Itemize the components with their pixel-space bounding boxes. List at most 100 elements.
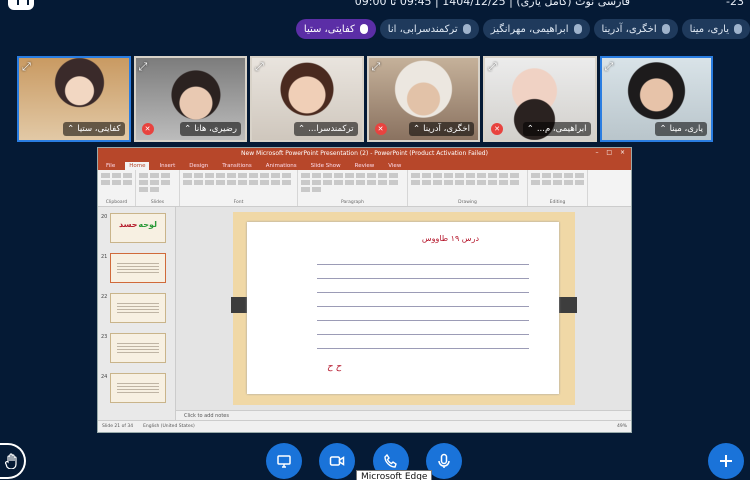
participant-name: ابراهیمی، م...	[536, 124, 587, 134]
speaker-name: کفایتی، ستیا	[303, 23, 355, 35]
ribbon-tab[interactable]: Animations	[262, 162, 301, 170]
ribbon-commands[interactable]	[411, 171, 524, 200]
speaker-name: یاری، مینا	[689, 23, 729, 35]
phone-icon	[384, 453, 397, 468]
hand-icon	[5, 453, 17, 469]
add-button[interactable]	[708, 443, 744, 479]
speaker-chip[interactable]: اخگری، آدرینا	[593, 19, 678, 39]
microphone-icon	[359, 24, 368, 34]
shared-screen[interactable]: New Microsoft PowerPoint Presentation (2…	[97, 147, 632, 433]
participant-name: ترکمندسرا...	[308, 124, 354, 134]
ribbon-tab[interactable]: View	[384, 162, 405, 170]
current-slide[interactable]: درس ۱۹ طاووس ح ح	[231, 212, 577, 405]
participant-video-tile[interactable]: ⤢ کفایتی، ستیا ⌃	[17, 56, 131, 142]
expand-icon[interactable]: ⤢	[605, 61, 614, 72]
thumbnail-text-lines	[117, 341, 159, 355]
ribbon-tab[interactable]: Design	[185, 162, 212, 170]
ribbon-group-label: Font	[233, 200, 244, 205]
participant-video-tile[interactable]: ⤢ رضیری، هانا ⌃ ✕	[133, 56, 247, 142]
ribbon-commands[interactable]	[183, 171, 294, 200]
ribbon-group: Font	[180, 170, 298, 206]
microphone-icon	[462, 24, 471, 34]
participant-name: کفایتی، ستیا	[77, 124, 121, 134]
lesson-heading: درس ۱۹ طاووس	[421, 234, 479, 243]
speaker-chip[interactable]: ابراهیمی، مهرانگیز	[482, 19, 590, 39]
ribbon-tab[interactable]: Insert	[155, 162, 179, 170]
speaker-chip[interactable]: ترکمندسرابی، انا	[379, 19, 479, 39]
notes-pane[interactable]: Click to add notes	[176, 410, 631, 420]
participant-name: یاری، مینا	[669, 124, 703, 134]
participant-nameplate: ابراهیمی، م... ⌃	[522, 122, 591, 136]
window-controls[interactable]: – □ ×	[595, 149, 628, 156]
slide-counter: Slide 21 of 34	[102, 424, 134, 429]
ribbon-tab[interactable]: Transitions	[218, 162, 255, 170]
camera-button[interactable]	[319, 443, 355, 479]
ribbon-group-label: Clipboard	[105, 200, 128, 205]
app-menu-icon[interactable]	[8, 0, 34, 10]
ribbon-group: Slides	[136, 170, 180, 206]
slide-thumbnail[interactable]: 20 لوحه حسد	[101, 213, 166, 243]
ppt-workspace: 20 لوحه حسد 21 22 23 24 درس ۱۹ طاووس ح ح Click…	[98, 207, 631, 420]
expand-icon[interactable]: ⤢	[372, 61, 381, 72]
expand-icon[interactable]: ⤢	[22, 61, 31, 72]
language-indicator: English (United States)	[143, 424, 195, 429]
monitor-icon	[277, 455, 291, 468]
ribbon-commands[interactable]	[101, 171, 132, 200]
speaker-name: اخگری، آدرینا	[601, 23, 657, 35]
participant-name: رضیری، هانا	[194, 124, 237, 134]
thumbnail-text-lines	[117, 261, 159, 275]
ribbon-tab[interactable]: Slide Show	[307, 162, 345, 170]
ribbon-group-label: Editing	[549, 200, 566, 205]
thumbnail-text-lines	[117, 301, 159, 315]
participant-nameplate: کفایتی، ستیا ⌃	[63, 122, 125, 136]
ribbon-tab[interactable]: Home	[125, 162, 150, 170]
ribbon-commands[interactable]	[531, 171, 584, 200]
slide-thumbnail[interactable]: 21	[101, 253, 166, 283]
muted-mic-icon: ✕	[491, 123, 503, 135]
handwritten-text-image	[317, 256, 529, 356]
ppt-status-bar: Slide 21 of 34 English (United States) 4…	[98, 420, 631, 432]
teacher-signature: ح ح	[327, 362, 342, 372]
microphone-icon	[573, 24, 582, 34]
participant-nameplate: ترکمندسرا... ⌃	[294, 122, 358, 136]
ppt-window-title: New Microsoft PowerPoint Presentation (2…	[241, 150, 488, 157]
ribbon-group: Drawing	[408, 170, 528, 206]
muted-mic-icon: ✕	[141, 123, 154, 135]
slide-canvas: درس ۱۹ طاووس ح ح Click to add notes	[176, 207, 631, 420]
speaker-name: ترکمندسرابی، انا	[387, 23, 458, 35]
expand-icon[interactable]: ⤢	[255, 61, 264, 72]
raise-hand-button[interactable]	[0, 443, 26, 479]
share-screen-button[interactable]	[266, 443, 302, 479]
slide-thumbnails-pane[interactable]: 20 لوحه حسد 21 22 23 24	[98, 207, 176, 420]
slide-number: 24	[101, 374, 108, 380]
caret-icon: ⌃	[184, 124, 192, 134]
caret-icon: ⌃	[298, 124, 306, 134]
ribbon-commands[interactable]	[301, 171, 404, 200]
speaker-chip[interactable]: کفایتی، ستیا	[295, 19, 376, 39]
ribbon-group: Paragraph	[298, 170, 408, 206]
ribbon-commands[interactable]	[139, 171, 176, 200]
participant-video-tile[interactable]: ⤢ ترکمندسرا... ⌃	[250, 56, 364, 142]
participant-video-tile[interactable]: ⤢ ابراهیمی، م... ⌃ ✕	[483, 56, 597, 142]
muted-mic-icon: ✕	[374, 123, 387, 135]
ribbon-group-label: Drawing	[458, 200, 477, 205]
participant-video-tile[interactable]: ⤢ یاری، مینا ⌃	[599, 56, 713, 142]
speaker-chip[interactable]: یاری، مینا	[681, 19, 750, 39]
slide-thumbnail[interactable]: 22	[101, 293, 166, 323]
slide-thumbnail[interactable]: 23	[101, 333, 166, 363]
participant-nameplate: یاری، مینا ⌃	[655, 122, 707, 136]
participant-video-tile[interactable]: ⤢ اخگری، آدرینا ⌃ ✕	[366, 56, 480, 142]
slide-thumbnail[interactable]: 24	[101, 373, 166, 403]
ribbon-group-label: Paragraph	[340, 200, 365, 205]
microphone-icon	[661, 24, 670, 34]
slide-frame-right-tab	[557, 297, 577, 313]
speaker-name: ابراهیمی، مهرانگیز	[490, 23, 569, 35]
speaker-list: یاری، مینا اخگری، آدرینا ابراهیمی، مهرانگی…	[295, 19, 750, 39]
participant-nameplate: اخگری، آدرینا ⌃	[409, 122, 474, 136]
expand-icon[interactable]: ⤢	[488, 61, 497, 72]
expand-icon[interactable]: ⤢	[139, 61, 148, 72]
zoom-level[interactable]: 49%	[617, 424, 627, 429]
ribbon-tab[interactable]: File	[102, 162, 119, 170]
ppt-title-bar: New Microsoft PowerPoint Presentation (2…	[98, 148, 631, 159]
ribbon-tab[interactable]: Review	[351, 162, 379, 170]
